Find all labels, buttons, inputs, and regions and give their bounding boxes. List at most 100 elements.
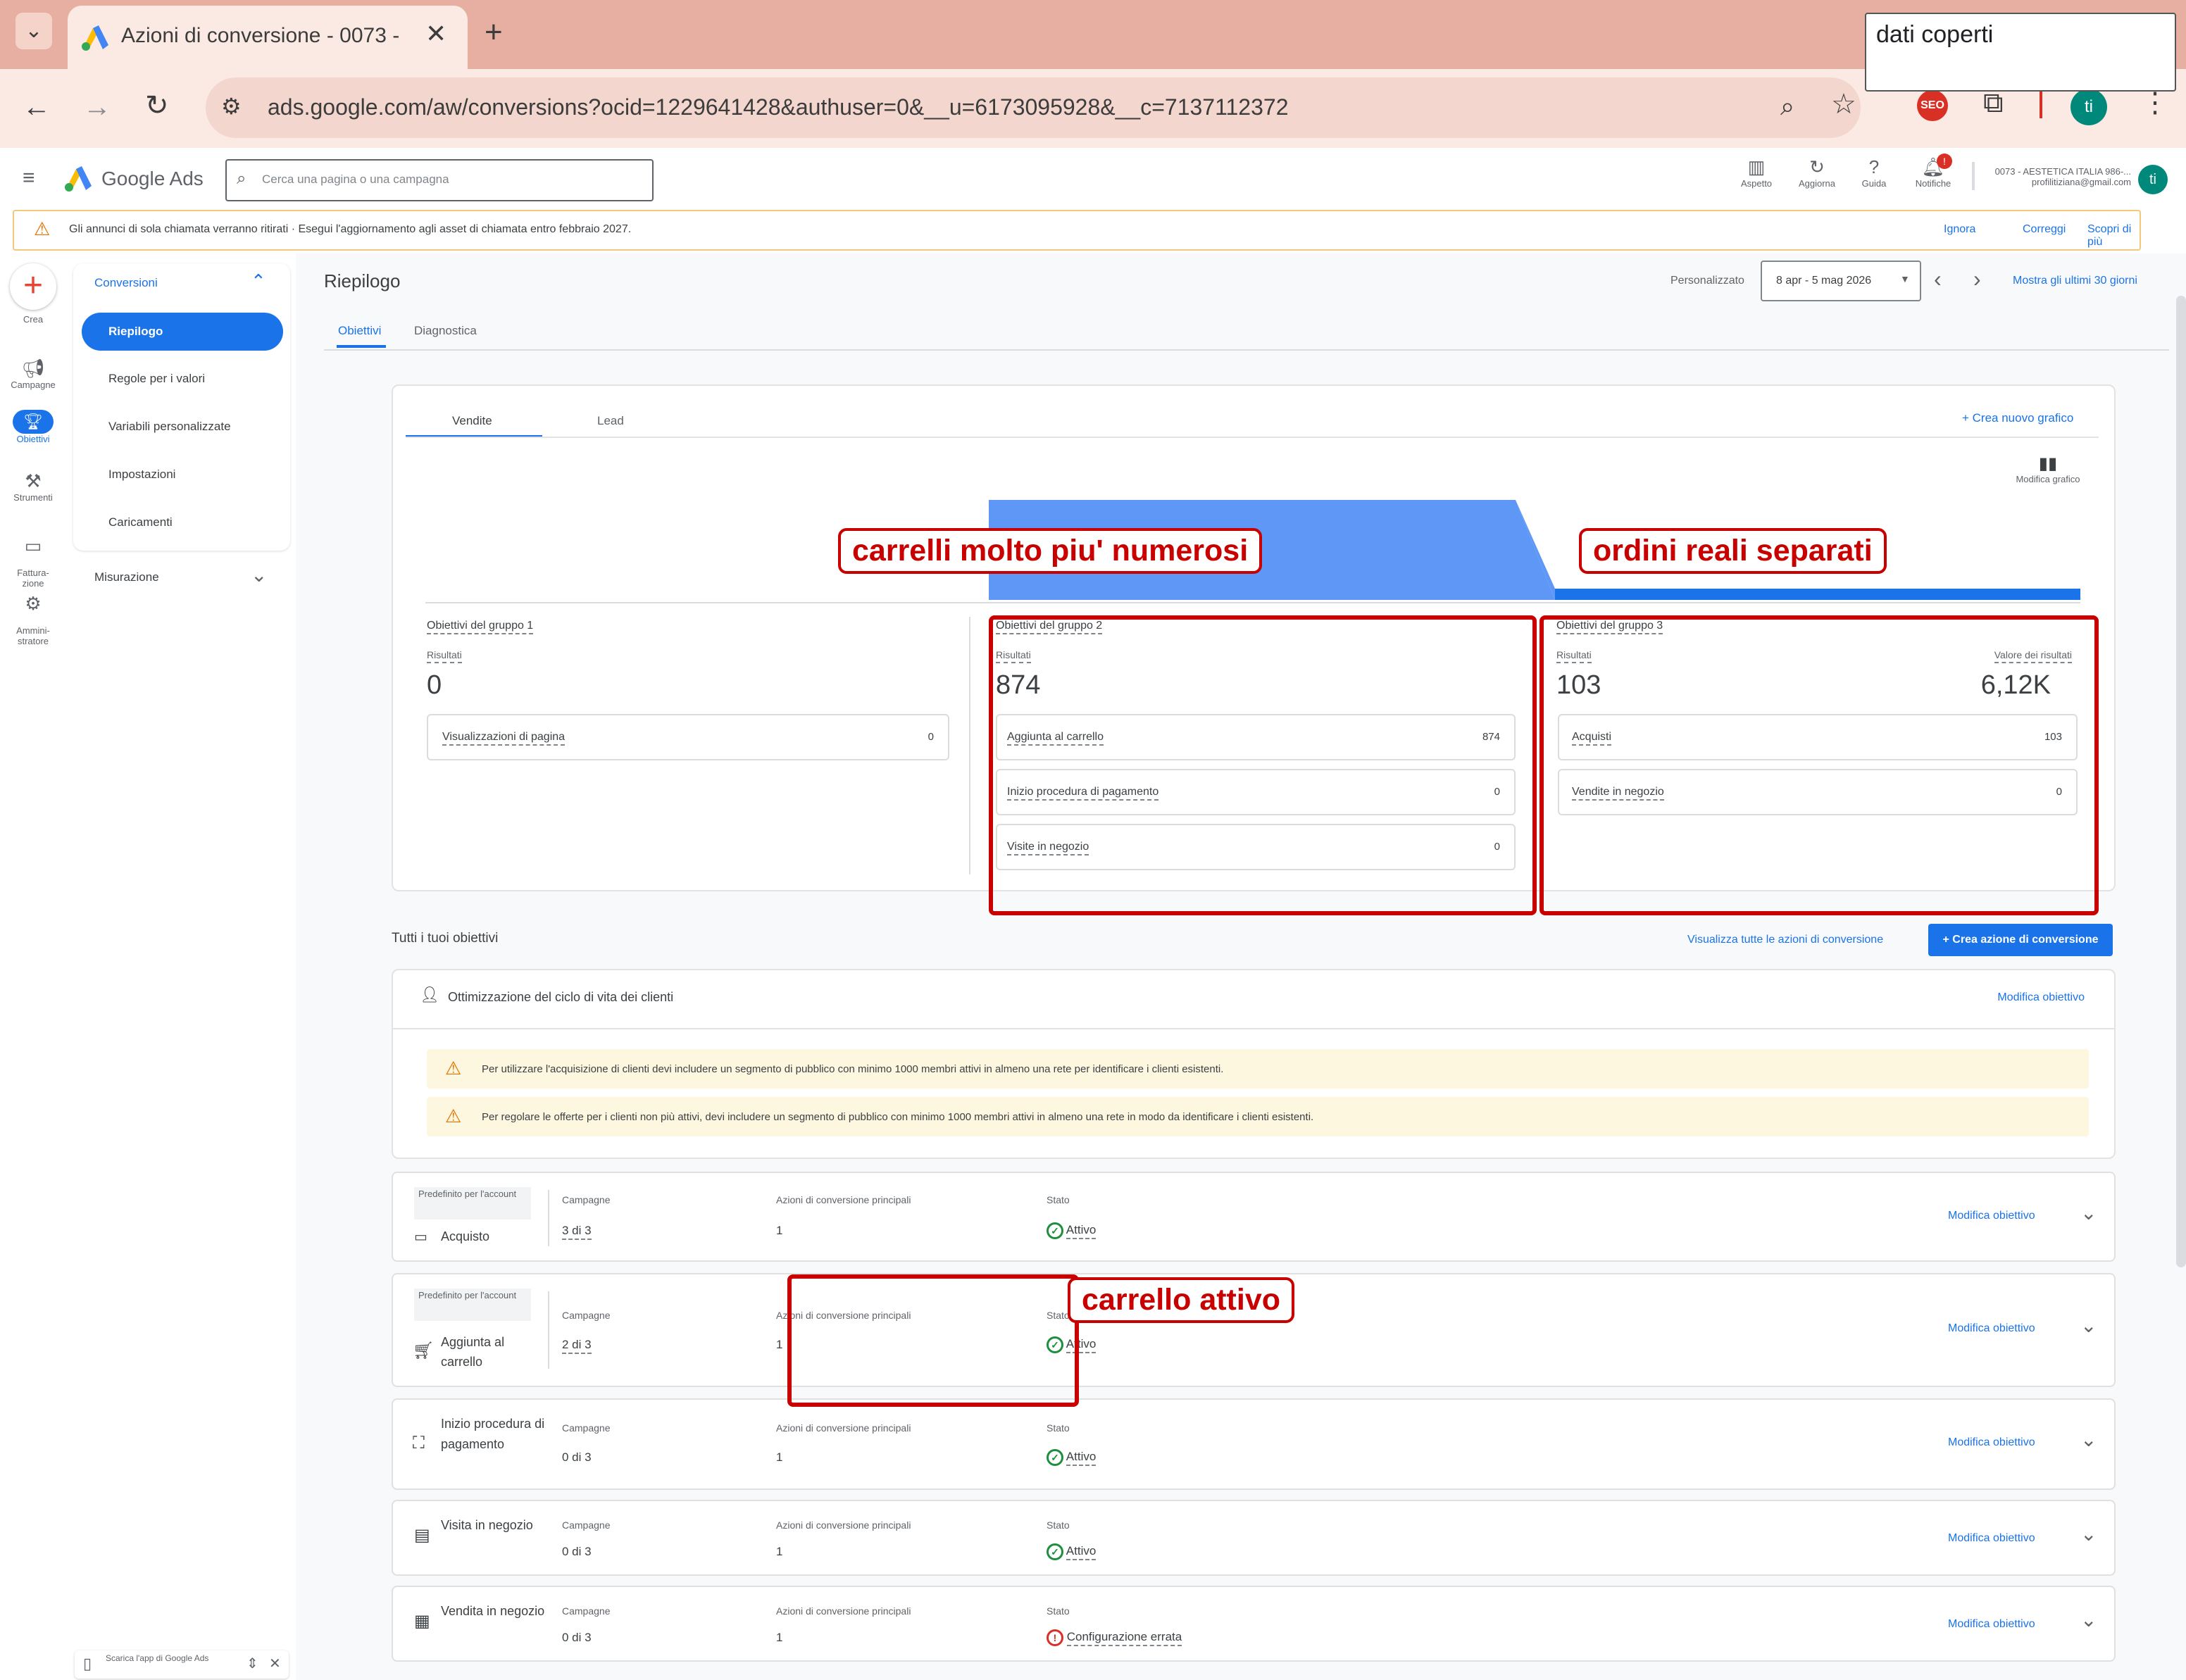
rail-item-campaigns[interactable]: 📢︎ Campagne xyxy=(0,358,66,390)
account-avatar[interactable]: ti xyxy=(2138,165,2168,194)
omnibox[interactable]: ⚙ ads.google.com/aw/conversions?ocid=122… xyxy=(206,77,1861,138)
actions-label: Azioni di conversione principali xyxy=(776,1519,911,1531)
chevron-up-icon[interactable]: ⌃ xyxy=(251,270,266,292)
chevron-down-icon[interactable]: ⌄ xyxy=(2080,1608,2097,1631)
date-range-picker[interactable]: 8 apr - 5 mag 2026 ▼ xyxy=(1761,261,1921,301)
refresh-button[interactable]: ↻ Aggiorna xyxy=(1789,156,1845,189)
goal-row-purchase[interactable]: Predefinito per l'account ▭ Acquisto Cam… xyxy=(392,1172,2116,1262)
gear-icon: ⚙ xyxy=(25,593,42,614)
search-box[interactable]: ⌕ Cerca una pagina o una campagna xyxy=(225,159,654,201)
url-text[interactable]: ads.google.com/aw/conversions?ocid=12296… xyxy=(268,94,1288,120)
notification-badge: ! xyxy=(1937,153,1952,169)
date-label: Personalizzato xyxy=(1670,275,1744,287)
goal-row-begin-checkout[interactable]: ⛶ Inizio procedura di pagamento Campagne… xyxy=(392,1398,2116,1490)
learn-more-link[interactable]: Scopri di più xyxy=(2087,223,2140,249)
create-button[interactable]: + xyxy=(10,263,56,310)
account-selector[interactable]: 0073 - AESTETICA ITALIA 986-... profilit… xyxy=(1979,166,2131,187)
back-icon[interactable]: ← xyxy=(23,93,51,121)
edit-goal-link[interactable]: Modifica obiettivo xyxy=(1948,1436,2035,1449)
chevron-down-icon[interactable]: ⌄ xyxy=(2080,1428,2097,1451)
rail-label-admin: Ammini- stratore xyxy=(16,625,50,646)
rail-item-goals[interactable]: 🏆︎ Obiettivi xyxy=(0,410,66,444)
row-divider xyxy=(548,1291,549,1369)
app-download-promo[interactable]: ▯ Scarica l'app di Google Ads ⇕ ✕ xyxy=(75,1650,289,1679)
notifications-button[interactable]: 🔔︎! Notifiche xyxy=(1901,153,1965,189)
lifecycle-edit-link[interactable]: Modifica obiettivo xyxy=(1997,991,2085,1004)
lifecycle-warning-text: Per regolare le offerte per i clienti no… xyxy=(482,1111,1314,1123)
status-label: Stato xyxy=(1047,1194,1070,1205)
page-scrollbar[interactable] xyxy=(2176,296,2186,1267)
subnav-section-conversions[interactable]: Conversioni xyxy=(94,276,158,290)
browser-tab[interactable]: Azioni di conversione - 0073 - A ✕ xyxy=(68,6,468,69)
prev-period-icon[interactable]: ‹ xyxy=(1934,266,1942,292)
edit-goal-link[interactable]: Modifica obiettivo xyxy=(1948,1532,2035,1545)
group-1-title: Obiettivi del gruppo 1 xyxy=(427,620,534,634)
ignore-link[interactable]: Ignora xyxy=(1944,223,1975,236)
group-1-result: 0 xyxy=(427,670,442,700)
zoom-icon[interactable]: ⌕ xyxy=(1780,92,1794,122)
default-account-badge: Predefinito per l'account xyxy=(414,1187,531,1220)
menu-kebab-icon[interactable]: ⋮ xyxy=(2141,89,2169,117)
reload-icon[interactable]: ↻ xyxy=(145,92,169,120)
bar-chart-icon: ▮▮ xyxy=(2038,454,2058,473)
annotation-box-group-3 xyxy=(1539,615,2099,915)
edit-goal-link[interactable]: Modifica obiettivo xyxy=(1948,1210,2035,1222)
view-all-conversions-link[interactable]: Visualizza tutte le azioni di conversion… xyxy=(1687,934,1883,946)
subnav-item-uploads[interactable]: Caricamenti xyxy=(108,515,173,529)
appearance-icon: ▥ xyxy=(1747,156,1766,177)
trophy-icon: 🏆︎ xyxy=(13,410,54,434)
search-icon: ⌕ xyxy=(237,169,246,188)
last-30-days-link[interactable]: Mostra gli ultimi 30 giorni xyxy=(2013,275,2137,287)
campaigns-value: 0 di 3 xyxy=(562,1545,592,1558)
seo-extension-icon[interactable]: SEO xyxy=(1917,90,1948,121)
new-tab-icon[interactable]: + xyxy=(485,17,503,48)
group-1-metric-row[interactable]: Visualizzazioni di pagina 0 xyxy=(427,714,949,760)
edit-goal-link[interactable]: Modifica obiettivo xyxy=(1948,1618,2035,1631)
chevron-down-icon[interactable]: ⌄ xyxy=(251,563,267,587)
subnav-section-measurement[interactable]: Misurazione xyxy=(94,570,159,584)
campaigns-value[interactable]: 3 di 3 xyxy=(562,1224,592,1240)
bookmark-star-icon[interactable]: ☆ xyxy=(1831,90,1856,118)
chevron-down-icon[interactable]: ⌄ xyxy=(2080,1314,2097,1337)
profile-avatar[interactable]: ti xyxy=(2071,89,2107,125)
actions-value: 1 xyxy=(776,1224,783,1237)
search-input[interactable]: Cerca una pagina o una campagna xyxy=(262,173,449,187)
forward-icon[interactable]: → xyxy=(83,93,111,121)
rail-item-tools[interactable]: ⚒ Strumenti xyxy=(0,470,66,503)
lifecycle-card: 👤︎ Ottimizzazione del ciclo di vita dei … xyxy=(392,969,2116,1159)
create-conversion-button[interactable]: + Crea azione di conversione xyxy=(1928,924,2113,956)
campaigns-value[interactable]: 2 di 3 xyxy=(562,1338,592,1354)
close-icon[interactable]: ✕ xyxy=(269,1655,281,1672)
subnav-item-custom-variables[interactable]: Variabili personalizzate xyxy=(108,420,231,434)
edit-goal-link[interactable]: Modifica obiettivo xyxy=(1948,1322,2035,1335)
rail-item-admin[interactable]: ⚙ Ammini- stratore xyxy=(0,582,66,657)
next-period-icon[interactable]: › xyxy=(1973,266,1981,292)
hamburger-menu-icon[interactable]: ≡ xyxy=(23,166,35,190)
subnav-item-settings[interactable]: Impostazioni xyxy=(108,468,175,482)
tab-sales[interactable]: Vendite xyxy=(452,414,492,428)
chevron-down-icon[interactable]: ⌄ xyxy=(2080,1522,2097,1546)
help-icon: ? xyxy=(1868,156,1880,177)
help-button[interactable]: ? Guida xyxy=(1849,156,1899,189)
tab-lead[interactable]: Lead xyxy=(597,414,624,428)
actions-value: 1 xyxy=(776,1338,783,1351)
tab-goals[interactable]: Obiettivi xyxy=(338,324,381,338)
goal-row-store-visit[interactable]: ▤ Visita in negozio Campagne 0 di 3 Azio… xyxy=(392,1500,2116,1576)
expand-icon[interactable]: ⇕ xyxy=(246,1655,258,1672)
goal-row-store-sale[interactable]: ▦ Vendita in negozio Campagne 0 di 3 Azi… xyxy=(392,1586,2116,1662)
subnav-item-summary[interactable]: Riepilogo xyxy=(82,313,283,351)
goal-name: Inizio procedura di pagamento xyxy=(441,1417,545,1451)
status-label: Stato xyxy=(1047,1422,1070,1434)
create-chart-link[interactable]: + Crea nuovo grafico xyxy=(1962,411,2073,425)
extensions-icon[interactable]: ⧉ xyxy=(1983,89,2004,117)
appearance-button[interactable]: ▥ Aspetto xyxy=(1728,156,1785,189)
subnav-item-value-rules[interactable]: Regole per i valori xyxy=(108,372,205,386)
fix-link[interactable]: Correggi xyxy=(2023,223,2066,236)
close-icon[interactable]: ✕ xyxy=(425,21,446,46)
tab-diagnostics[interactable]: Diagnostica xyxy=(414,324,477,338)
tab-search-icon[interactable]: ⌄ xyxy=(15,13,52,49)
status-label: Stato xyxy=(1047,1519,1070,1531)
site-info-icon[interactable]: ⚙ xyxy=(221,93,242,120)
chevron-down-icon[interactable]: ⌄ xyxy=(2080,1201,2097,1224)
edit-chart-button[interactable]: ▮▮ Modifica grafico xyxy=(2004,453,2092,484)
